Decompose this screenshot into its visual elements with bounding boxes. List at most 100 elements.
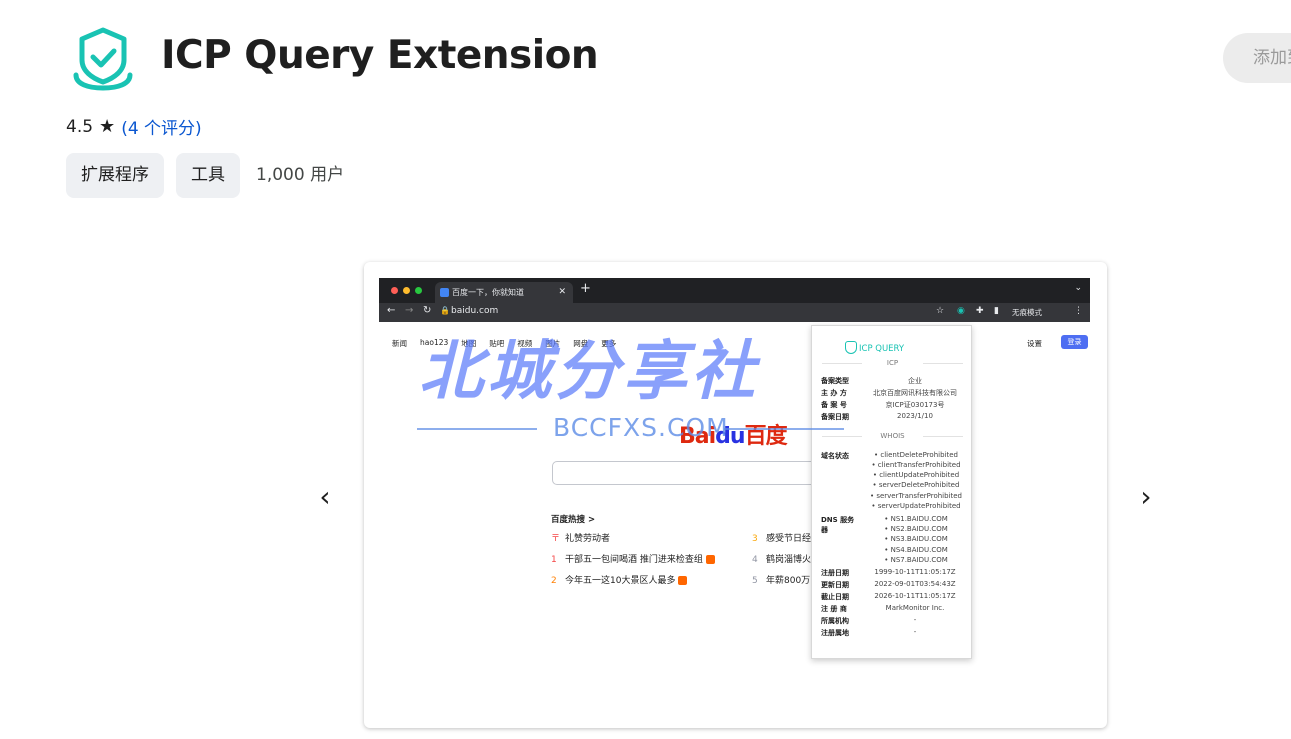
domain-status-item: • serverDeleteProhibited <box>872 481 960 489</box>
rating-row: 4.5 ★ (4 个评分) <box>66 114 202 139</box>
menu-icon: ⋮ <box>1074 306 1083 316</box>
whois-value: 2026-10-11T11:05:17Z <box>874 592 956 600</box>
icp-key: 备案类型 <box>821 377 849 385</box>
whois-value: - <box>913 628 917 636</box>
rating-value: 4.5 <box>66 116 94 137</box>
reload-icon: ↻ <box>423 305 432 316</box>
puzzle-icon: ✚ <box>976 306 984 316</box>
chevron-down-icon: ⌄ <box>1074 283 1082 293</box>
browser-tabbar: 百度一下，你就知道 ✕ + ⌄ <box>379 278 1090 303</box>
watermark-line-left <box>417 428 537 430</box>
url-text: baidu.com <box>451 306 499 316</box>
dns-item: • NS2.BAIDU.COM <box>884 525 948 533</box>
domain-status-item: • clientUpdateProhibited <box>872 471 960 479</box>
rating-count-link[interactable]: (4 个评分) <box>121 114 201 139</box>
tab-close-icon: ✕ <box>558 287 566 297</box>
whois-value: 2022-09-01T03:54:43Z <box>874 580 956 588</box>
hot-item: 5 年薪800万 <box>752 573 810 586</box>
dns-item: • NS1.BAIDU.COM <box>884 515 948 523</box>
add-to-chrome-button[interactable]: 添加到 <box>1223 33 1291 83</box>
user-count: 1,000 用户 <box>256 165 345 185</box>
icp-key: 备 案 号 <box>821 401 847 409</box>
maximize-dot-icon <box>415 287 422 294</box>
whois-key: 更新日期 <box>821 581 849 589</box>
hot-item: 〒礼赞劳动者 <box>551 531 610 544</box>
category-chip-extensions[interactable]: 扩展程序 <box>66 153 164 198</box>
page-title: ICP Query Extension <box>161 33 599 78</box>
hot-text: 今年五一这10大景区人最多 <box>565 576 676 586</box>
incognito-label: 无痕模式 <box>1012 308 1042 317</box>
domain-status-item: • serverUpdateProhibited <box>871 502 961 510</box>
icp-key: 主 办 方 <box>821 389 847 397</box>
whois-key: 注册属地 <box>821 629 849 637</box>
icp-value: 北京百度网讯科技有限公司 <box>873 389 957 397</box>
baidu-search-box <box>552 461 817 485</box>
tab-title: 百度一下，你就知道 <box>452 288 524 297</box>
popup-title: ICP QUERY <box>859 344 905 354</box>
shield-check-logo-icon <box>73 27 133 91</box>
domain-status-item: • clientDeleteProhibited <box>874 451 958 459</box>
dns-item: • NS3.BAIDU.COM <box>884 535 948 543</box>
whois-value: - <box>913 616 917 624</box>
hot-text: 感受节日经 <box>766 534 812 544</box>
browser-screenshot: 百度一下，你就知道 ✕ + ⌄ ← → ↻ 🔒 baidu.com ☆ ◉ ✚ … <box>379 278 1090 728</box>
login-button: 登录 <box>1061 335 1088 349</box>
whois-key: 截止日期 <box>821 593 849 601</box>
hot-rank: 〒 <box>551 534 561 544</box>
minimize-dot-icon <box>403 287 410 294</box>
hot-item: 1 干部五一包间喝酒 推门进来检查组 <box>551 552 715 565</box>
sidepanel-icon: ▮ <box>994 306 999 316</box>
hot-text: 年薪800万 <box>766 576 811 586</box>
watermark-url: BCCFXS.COM <box>553 413 729 442</box>
bookmark-star-icon: ☆ <box>936 306 945 316</box>
hot-item: 3 感受节日经 <box>752 531 811 544</box>
hot-item: 4 鹤岗淄博火 <box>752 552 811 565</box>
hot-badge-icon <box>705 555 715 564</box>
carousel-next-button[interactable]: › <box>1131 480 1161 514</box>
hot-rank: 5 <box>752 576 758 586</box>
domain-status-item: • serverTransferProhibited <box>869 492 963 500</box>
category-chip-tools[interactable]: 工具 <box>176 153 240 198</box>
hot-text: 礼赞劳动者 <box>565 534 611 544</box>
hot-text: 鹤岗淄博火 <box>766 555 812 565</box>
icp-extension-icon: ◉ <box>957 306 965 316</box>
star-icon: ★ <box>99 116 116 137</box>
hot-rank: 3 <box>752 534 758 544</box>
icp-query-popup: ICP QUERY ICP 备案类型 企业 主 办 方 北京百度网讯科技有限公司 备… <box>811 325 972 659</box>
screenshot-card: 百度一下，你就知道 ✕ + ⌄ ← → ↻ 🔒 baidu.com ☆ ◉ ✚ … <box>364 262 1107 728</box>
hot-text: 干部五一包间喝酒 推门进来检查组 <box>565 555 703 565</box>
lock-icon: 🔒 <box>440 306 450 315</box>
icp-value: 京ICP证030173号 <box>885 401 945 409</box>
icp-section-divider: ICP <box>822 359 963 367</box>
settings-link: 设置 <box>1027 339 1042 348</box>
carousel-prev-button[interactable]: ‹ <box>310 480 340 514</box>
whois-key: 注册日期 <box>821 569 849 577</box>
hot-rank: 1 <box>551 555 557 565</box>
forward-icon: → <box>405 305 414 316</box>
hot-search-title: 百度热搜 > <box>551 515 596 525</box>
hot-rank: 2 <box>551 576 557 586</box>
icp-key: 备案日期 <box>821 413 849 421</box>
nav-link: 新闻 <box>392 339 407 348</box>
whois-key: 所属机构 <box>821 617 849 625</box>
whois-section-divider: WHOIS <box>822 432 963 440</box>
browser-tab: 百度一下，你就知道 ✕ <box>435 282 573 303</box>
whois-value: MarkMonitor Inc. <box>885 604 945 612</box>
whois-key: 注 册 商 <box>821 605 847 613</box>
domain-status-item: • clientTransferProhibited <box>871 461 961 469</box>
hot-badge-icon <box>678 576 688 585</box>
close-dot-icon <box>391 287 398 294</box>
watermark-text: 北城分享社 <box>419 335 759 409</box>
dns-item: • NS7.BAIDU.COM <box>884 556 948 564</box>
new-tab-icon: + <box>580 281 591 296</box>
whois-value: 1999-10-11T11:05:17Z <box>874 568 956 576</box>
icp-value: 企业 <box>908 377 922 385</box>
hot-item: 2 今年五一这10大景区人最多 <box>551 573 688 586</box>
icp-value: 2023/1/10 <box>897 412 933 420</box>
back-icon: ← <box>387 305 396 316</box>
domain-status-label: 域名状态 <box>821 452 849 460</box>
baidu-favicon-icon <box>440 288 449 297</box>
shield-icon <box>845 341 857 354</box>
hot-rank: 4 <box>752 555 758 565</box>
dns-label: DNS 服务器 <box>821 516 855 534</box>
